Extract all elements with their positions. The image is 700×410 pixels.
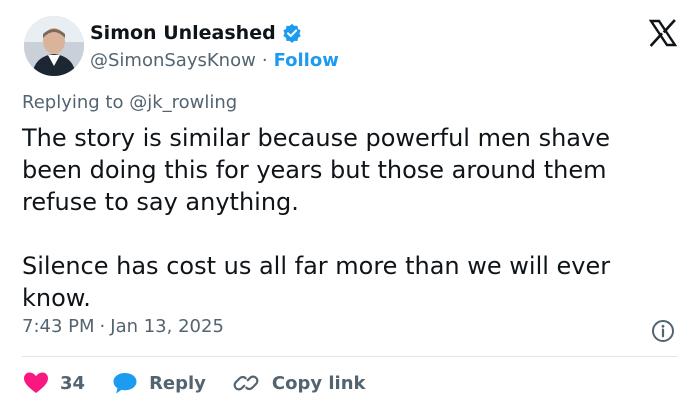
author-handle[interactable]: @SimonSaysKnow: [90, 50, 256, 71]
link-icon: [232, 370, 260, 396]
tweet-text: The story is similar because powerful me…: [22, 124, 611, 312]
x-logo-icon[interactable]: [648, 18, 678, 48]
author-handle-row: @SimonSaysKnow · Follow: [90, 48, 339, 72]
info-icon[interactable]: [651, 319, 675, 343]
copy-link-label: Copy link: [271, 372, 366, 394]
tweet-timestamp[interactable]: 7:43 PM · Jan 13, 2025: [22, 316, 224, 337]
replying-to-prefix: Replying to: [22, 92, 130, 113]
tweet-time: 7:43 PM: [22, 316, 95, 337]
like-button[interactable]: 34: [22, 370, 85, 396]
reply-label: Reply: [149, 372, 206, 394]
tweet-actions: 34 Reply Copy link: [22, 370, 366, 396]
avatar[interactable]: [24, 16, 84, 76]
replying-to-mention[interactable]: @jk_rowling: [129, 92, 237, 113]
reply-bubble-icon: [111, 370, 139, 396]
tweet-card: Simon Unleashed @SimonSaysKnow · Follow …: [0, 0, 700, 410]
handle-separator: ·: [261, 49, 268, 71]
like-count: 34: [60, 372, 86, 394]
reply-button[interactable]: Reply: [111, 370, 206, 396]
replying-to: Replying to @jk_rowling: [22, 92, 237, 113]
tweet-date: Jan 13, 2025: [110, 316, 224, 337]
timestamp-separator: ·: [99, 316, 106, 337]
author-display-name[interactable]: Simon Unleashed: [90, 22, 276, 44]
follow-button[interactable]: Follow: [274, 50, 339, 71]
avatar-image: [24, 16, 84, 76]
divider: [22, 356, 678, 357]
author-name-row: Simon Unleashed: [90, 20, 302, 46]
heart-icon: [22, 370, 50, 396]
verified-badge-icon: [282, 23, 302, 43]
copy-link-button[interactable]: Copy link: [232, 370, 366, 396]
